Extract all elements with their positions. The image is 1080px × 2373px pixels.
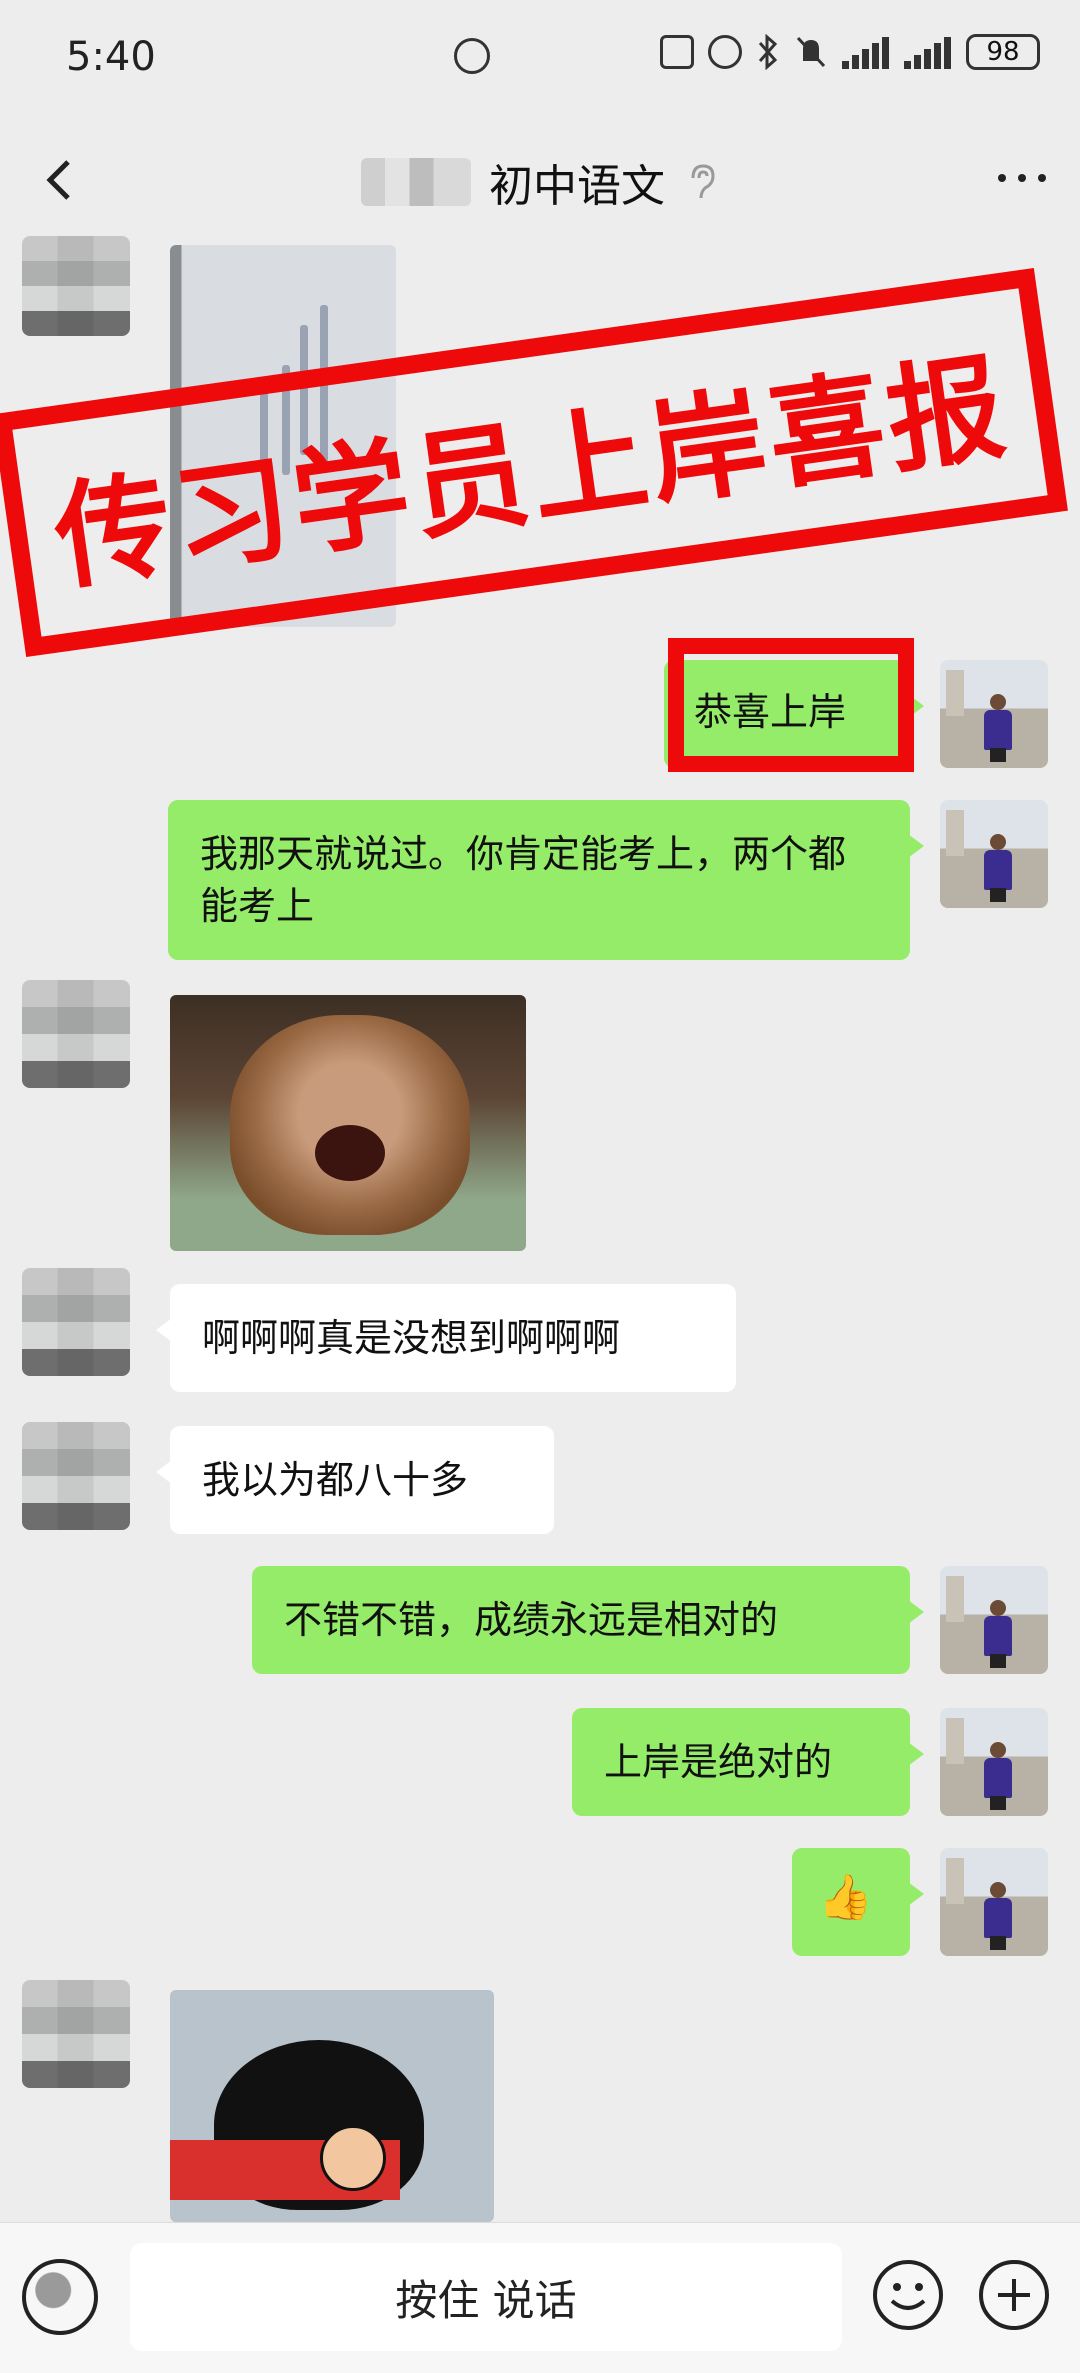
mute-icon: [796, 36, 826, 68]
activity-icon: [454, 38, 490, 74]
message-bubble-sent[interactable]: 上岸是绝对的: [572, 1708, 924, 1816]
message-text: 不错不错，成绩永远是相对的: [284, 1598, 779, 1642]
contact-avatar[interactable]: [22, 1980, 130, 2088]
contact-avatar[interactable]: [22, 236, 130, 336]
message-text: 我那天就说过。你肯定能考上，两个都能考上: [200, 832, 847, 928]
status-bar: 5:40 98: [0, 0, 1080, 120]
cartoon-face: [320, 2125, 386, 2191]
red-stamp-banner: 传习学员上岸喜报: [0, 267, 1068, 658]
my-avatar[interactable]: [940, 800, 1048, 908]
monument-shape: [946, 1858, 964, 1904]
chat-title-group: 初中语文: [0, 150, 1080, 214]
message-text: 我以为都八十多: [202, 1458, 469, 1502]
thumbs-up-emoji: 👍: [818, 1872, 873, 1923]
alarm-icon: [708, 35, 742, 69]
message-text: 啊啊啊真是没想到啊啊啊: [202, 1316, 621, 1360]
person-figure: [984, 1600, 1012, 1668]
ear-icon: [691, 164, 715, 199]
message-bubble-sent[interactable]: 👍: [792, 1848, 924, 1956]
battery-icon: 98: [966, 34, 1040, 70]
signal-icon-2: [904, 35, 952, 69]
red-highlight-box: [668, 638, 914, 772]
monkey-mouth: [315, 1125, 385, 1181]
contact-avatar[interactable]: [22, 1268, 130, 1376]
message-text: 上岸是绝对的: [604, 1740, 833, 1784]
my-avatar[interactable]: [940, 1566, 1048, 1674]
nfc-icon: [660, 35, 694, 69]
monument-shape: [946, 810, 964, 856]
more-options-icon[interactable]: [992, 158, 1052, 198]
plus-icon[interactable]: [976, 2257, 1052, 2333]
person-figure: [984, 1742, 1012, 1810]
my-avatar[interactable]: [940, 1708, 1048, 1816]
status-time: 5:40: [66, 34, 156, 80]
person-figure: [984, 694, 1012, 762]
image-message-monkey[interactable]: [170, 995, 526, 1251]
blurred-contact-name: [361, 158, 471, 206]
my-avatar[interactable]: [940, 1848, 1048, 1956]
chat-title: 初中语文: [489, 161, 665, 212]
monument-shape: [946, 670, 964, 716]
status-icons: 98: [660, 34, 1040, 70]
contact-avatar[interactable]: [22, 1422, 130, 1530]
monument-shape: [946, 1576, 964, 1622]
stamp-frame: 传习学员上岸喜报: [0, 267, 1068, 658]
input-bar: 按住 说话: [0, 2222, 1080, 2373]
image-message-cartoon[interactable]: [170, 1990, 494, 2222]
chat-header: 初中语文: [0, 120, 1080, 235]
person-figure: [984, 1882, 1012, 1950]
contact-avatar[interactable]: [22, 980, 130, 1088]
hold-to-talk-button[interactable]: 按住 说话: [130, 2243, 842, 2351]
message-bubble-sent[interactable]: 不错不错，成绩永远是相对的: [252, 1566, 924, 1674]
bluetooth-icon: [758, 34, 778, 70]
my-avatar[interactable]: [940, 660, 1048, 768]
emoji-icon[interactable]: [870, 2257, 946, 2333]
signal-icon: [842, 35, 890, 69]
person-figure: [984, 834, 1012, 902]
message-bubble-received[interactable]: 啊啊啊真是没想到啊啊啊: [156, 1284, 736, 1392]
message-bubble-received[interactable]: 我以为都八十多: [156, 1426, 554, 1534]
message-bubble-sent[interactable]: 我那天就说过。你肯定能考上，两个都能考上: [168, 800, 924, 960]
monument-shape: [946, 1718, 964, 1764]
voice-input-icon[interactable]: [22, 2259, 98, 2335]
